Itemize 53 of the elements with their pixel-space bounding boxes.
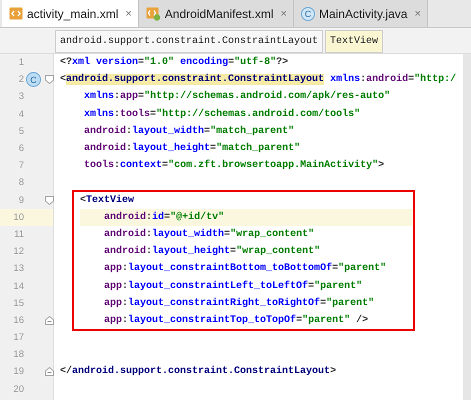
line-number: 13	[12, 263, 24, 274]
line-number: 14	[12, 280, 24, 292]
line-number: 11	[13, 228, 24, 240]
line-number: 16	[12, 314, 24, 326]
code-line: <TextView	[80, 194, 134, 206]
line-number: 9	[18, 194, 24, 206]
line-number: 15	[12, 298, 24, 309]
code-line: app:layout_constraintBottom_toBottomOf="parent"	[103, 263, 386, 274]
code-line: </android.support.constraint.ConstraintLayout>	[60, 366, 336, 378]
line-number: 1	[18, 57, 24, 68]
breadcrumb-item[interactable]: TextView	[325, 30, 384, 53]
code-line: tools:context="com.zft.browsertoapp.MainActivity">	[83, 160, 384, 172]
line-number: 19	[12, 366, 24, 378]
manifest-file-icon	[146, 6, 161, 20]
code-line: android:layout_width="wrap_content"	[103, 228, 314, 240]
tab-label: activity_main.xml	[27, 6, 118, 20]
editor-tab[interactable]: activity_main.xml ×	[2, 0, 139, 27]
code-line: app:layout_constraintTop_toTopOf="parent" />	[103, 314, 368, 326]
code-line: android:layout_height="wrap_content"	[103, 246, 320, 258]
editor-tab[interactable]: C MainActivity.java ×	[294, 0, 428, 27]
fold-marker-icon[interactable]	[45, 196, 54, 205]
code-line: app:layout_constraintLeft_toLeftOf="parent"	[103, 280, 362, 292]
tab-label: AndroidManifest.xml	[164, 6, 274, 20]
code-line: android:id="@+id/tv"	[103, 212, 224, 223]
tab-label: MainActivity.java	[318, 6, 408, 20]
code-line: android:layout_height="match_parent"	[83, 143, 300, 154]
code-line: app:layout_constraintRight_toRightOf="parent"	[103, 298, 374, 309]
line-number: 20	[12, 384, 24, 395]
close-icon[interactable]: ×	[125, 8, 132, 20]
line-number: 10	[12, 212, 24, 223]
breadcrumb-item[interactable]: android.support.constraint.ConstraintLayout	[55, 30, 324, 53]
line-number: 12	[12, 246, 24, 258]
code-line: xmlns:app="http://schemas.android.com/apk/res-auto"	[83, 91, 390, 102]
fold-marker-icon[interactable]	[45, 316, 54, 325]
line-number: 3	[18, 91, 24, 102]
class-icon: C	[300, 6, 315, 20]
code-line: <?xml version="1.0" encoding="utf-8"?>	[60, 57, 288, 68]
class-icon[interactable]: C	[26, 72, 41, 88]
editor-tab[interactable]: AndroidManifest.xml ×	[138, 0, 294, 27]
line-number: 7	[18, 160, 24, 172]
xml-file-icon	[9, 7, 23, 20]
line-number: 2	[18, 74, 24, 86]
fold-marker-icon[interactable]	[45, 75, 54, 84]
line-number: 18	[12, 349, 24, 360]
line-number: 6	[18, 143, 24, 154]
line-number: 4	[18, 108, 24, 120]
line-number: 8	[18, 177, 24, 188]
code-line: xmlns:tools="http://schemas.android.com/tools"	[83, 108, 360, 120]
line-number: 17	[12, 332, 24, 344]
code-line: <android.support.constraint.ConstraintLayout xmlns:android="http:/	[60, 74, 456, 86]
fold-marker-icon[interactable]	[45, 367, 54, 376]
line-number: 5	[18, 126, 24, 137]
code-line: android:layout_width="match_parent"	[83, 126, 294, 137]
